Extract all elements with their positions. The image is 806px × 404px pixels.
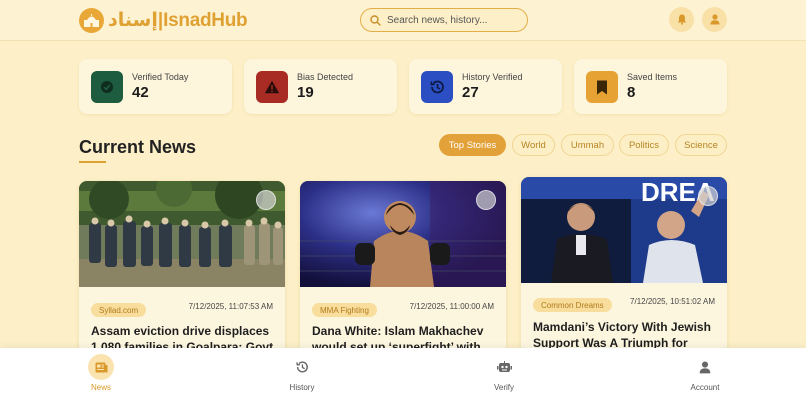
nav-label: Verify bbox=[493, 383, 514, 392]
nav-item-verify[interactable]: Verify bbox=[474, 354, 534, 398]
stat-value: 27 bbox=[462, 84, 479, 101]
warning-icon bbox=[256, 71, 288, 103]
newspaper-icon bbox=[88, 354, 114, 380]
robot-icon bbox=[491, 354, 517, 380]
section-underline bbox=[79, 161, 106, 163]
tab-politics[interactable]: Politics bbox=[619, 134, 669, 156]
stat-value: 19 bbox=[297, 84, 314, 101]
top-header: إسناد|IsnadHub bbox=[0, 0, 806, 41]
bottom-nav: News History Verify Account bbox=[0, 348, 806, 404]
bookmark-icon bbox=[586, 71, 618, 103]
news-image bbox=[79, 181, 285, 287]
bell-icon bbox=[677, 14, 686, 25]
tab-world[interactable]: World bbox=[512, 134, 555, 156]
logo-arabic: إسناد bbox=[108, 9, 158, 31]
card-date: 7/12/2025, 11:00:00 AM bbox=[409, 302, 494, 311]
card-title[interactable]: Mamdani’s Victory With Jewish Support Wa… bbox=[533, 319, 717, 351]
nav-label: Account bbox=[690, 383, 720, 392]
nav-item-news[interactable]: News bbox=[71, 354, 131, 398]
logo-latin: IsnadHub bbox=[163, 10, 248, 31]
source-badge: MMA Fighting bbox=[312, 303, 377, 317]
news-card[interactable]: DREA Common Dreams 7/12/2025, 10:51:02 A… bbox=[521, 177, 727, 371]
nav-item-account[interactable]: Account bbox=[675, 354, 735, 398]
tab-ummah[interactable]: Ummah bbox=[561, 134, 614, 156]
stat-card-saved-items[interactable]: Saved Items 8 bbox=[574, 59, 727, 114]
save-button[interactable] bbox=[476, 190, 496, 210]
nav-item-history[interactable]: History bbox=[272, 354, 332, 398]
notifications-button[interactable] bbox=[669, 7, 694, 32]
stat-label: Verified Today bbox=[132, 72, 189, 82]
news-card[interactable]: MMA Fighting 7/12/2025, 11:00:00 AM Dana… bbox=[300, 181, 506, 371]
stat-label: History Verified bbox=[462, 72, 523, 82]
news-image: DREA bbox=[521, 177, 727, 283]
tab-top-stories[interactable]: Top Stories bbox=[439, 134, 506, 156]
stat-card-bias-detected[interactable]: Bias Detected 19 bbox=[244, 59, 397, 114]
history-icon bbox=[289, 354, 315, 380]
stat-card-verified-today[interactable]: Verified Today 42 bbox=[79, 59, 232, 114]
search-input[interactable] bbox=[387, 14, 517, 26]
search-icon bbox=[370, 14, 381, 26]
stat-card-history-verified[interactable]: History Verified 27 bbox=[409, 59, 562, 114]
stat-label: Saved Items bbox=[627, 72, 678, 82]
save-button[interactable] bbox=[256, 190, 276, 210]
section-title: Current News bbox=[79, 137, 197, 157]
source-badge: Common Dreams bbox=[533, 298, 612, 312]
stat-value: 42 bbox=[132, 84, 149, 101]
nav-label: News bbox=[90, 383, 111, 392]
user-icon bbox=[710, 14, 719, 25]
source-badge: Syllad.com bbox=[91, 303, 147, 317]
stat-label: Bias Detected bbox=[297, 72, 354, 82]
user-icon bbox=[692, 354, 718, 380]
profile-button[interactable] bbox=[702, 7, 727, 32]
check-circle-icon bbox=[91, 71, 123, 103]
history-icon bbox=[421, 71, 453, 103]
news-image bbox=[300, 181, 506, 287]
mosque-icon bbox=[79, 8, 104, 33]
tab-science[interactable]: Science bbox=[675, 134, 727, 156]
card-date: 7/12/2025, 10:51:02 AM bbox=[630, 297, 715, 306]
search-bar[interactable] bbox=[360, 8, 528, 32]
save-button[interactable] bbox=[698, 186, 718, 206]
logo[interactable]: إسناد|IsnadHub bbox=[79, 7, 248, 34]
stat-value: 8 bbox=[627, 84, 636, 101]
card-date: 7/12/2025, 11:07:53 AM bbox=[188, 302, 273, 311]
news-card[interactable]: Syllad.com 7/12/2025, 11:07:53 AM Assam … bbox=[79, 181, 285, 371]
nav-label: History bbox=[289, 383, 315, 392]
